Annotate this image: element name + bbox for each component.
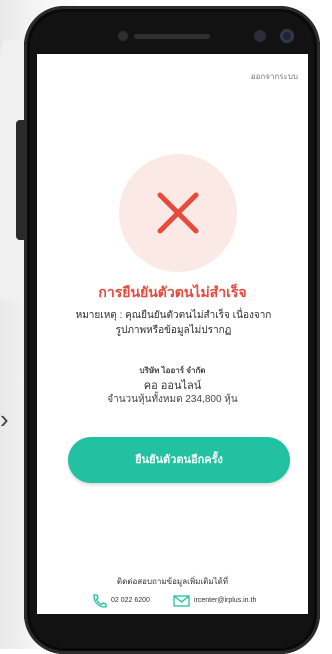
contact-row: 02 022 6200 ircenter@irplus.in.th	[91, 594, 308, 608]
chevron-right-icon[interactable]: ›	[0, 405, 22, 433]
page-title: การยืนยันตัวตนไม่สำเร็จ	[98, 284, 247, 300]
status-circle	[119, 154, 237, 272]
note-line-1: หมายเหตุ : คุณยืนยันตัวตนไม่สำเร็จ เนื่อ…	[75, 310, 272, 321]
logout-link[interactable]: ออกจากระบบ	[251, 70, 298, 83]
email-link[interactable]: ircenter@irplus.in.th	[194, 597, 256, 604]
phone-speaker	[134, 34, 210, 39]
shares-count: จำนวนหุ้นทั้งหมด 234,800 หุ้น	[107, 394, 238, 405]
phone-number[interactable]: 02 022 6200	[111, 597, 150, 604]
x-icon	[157, 192, 199, 234]
note-line-2: รูปภาพหรือข้อมูลไม่ปรากฏ	[115, 325, 232, 336]
retry-verify-button[interactable]: ยืนยันตัวตนอีกครั้ง	[68, 437, 290, 483]
sensor-icon	[254, 30, 266, 42]
camera-icon	[280, 29, 294, 43]
app-screen: ออกจากระบบ การยืนยันตัวตนไม่สำเร็จ หมายเ…	[37, 54, 308, 614]
mail-icon[interactable]	[173, 595, 190, 607]
contact-label: ติดต่อสอบถามข้อมูลเพิ่มเติมได้ที่	[116, 577, 229, 586]
sensor-icon	[118, 31, 128, 41]
failure-note: หมายเหตุ : คุณยืนยันตัวตนไม่สำเร็จ เนื่อ…	[53, 308, 294, 338]
phone-icon[interactable]	[91, 594, 107, 608]
phone-side-button	[16, 120, 24, 240]
